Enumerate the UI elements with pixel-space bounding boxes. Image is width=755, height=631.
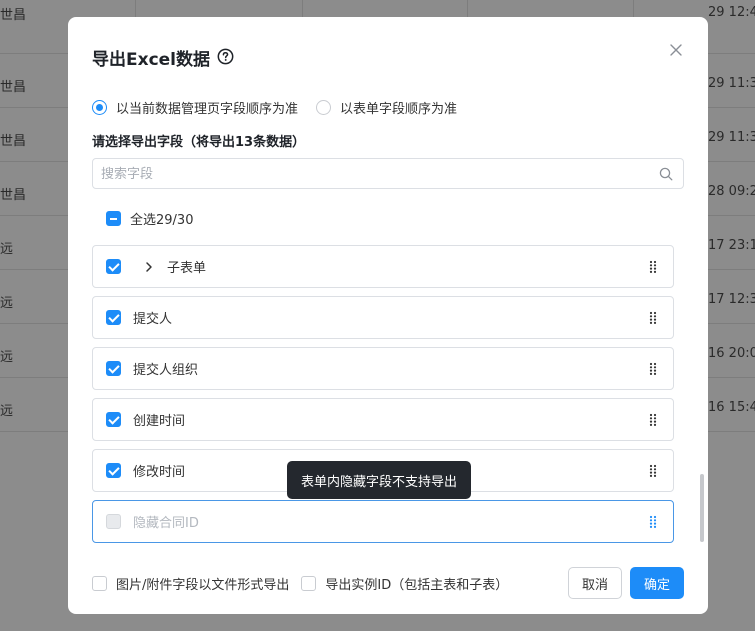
option-label: 导出实例ID（包括主表和子表） [325,578,509,593]
field-label: 修改时间 [133,465,186,480]
dialog-title: 导出Excel数据 [92,50,211,70]
select-all-checkbox[interactable]: 全选29/30 [106,209,193,228]
table-cell: 17 12:31 [708,292,755,307]
search-input[interactable] [101,165,641,183]
table-cell: 28 09:23 [708,184,755,199]
drag-handle-icon[interactable] [648,362,658,376]
table-cell: 29 12:45 [708,5,755,20]
export-instance-id-checkbox[interactable]: 导出实例ID（包括主表和子表） [301,574,508,593]
drag-handle-icon[interactable] [648,260,658,274]
drag-handle-icon[interactable] [648,311,658,325]
field-item-created-time[interactable]: 创建时间 [92,398,674,441]
table-cell: 16 20:04 [708,346,755,361]
export-attachments-as-files-checkbox[interactable]: 图片/附件字段以文件形式导出 [92,574,289,593]
radio-current-order[interactable]: 以当前数据管理页字段顺序为准 [92,98,298,117]
close-icon[interactable] [668,42,684,58]
hidden-field-tooltip: 表单内隐藏字段不支持导出 [287,461,471,499]
checkbox[interactable] [92,576,107,591]
radio-button[interactable] [316,100,332,115]
drag-handle-icon[interactable] [648,413,658,427]
radio-label: 以表单字段顺序为准 [340,102,458,117]
field-label: 创建时间 [133,414,186,429]
order-radio-group: 以当前数据管理页字段顺序为准 以表单字段顺序为准 [92,98,475,117]
field-label: 子表单 [167,261,207,276]
search-icon[interactable] [659,167,673,181]
table-cell: 远 [0,242,14,257]
checkbox[interactable] [106,514,121,529]
field-item-subform[interactable]: 子表单 [92,245,674,288]
table-cell: 世昌 [0,188,27,203]
field-item-hidden-contract-id[interactable]: 隐藏合同ID [92,500,674,543]
checkbox[interactable] [301,576,317,591]
checkbox[interactable] [106,463,121,478]
table-cell: 远 [0,296,14,311]
cancel-button[interactable]: 取消 [568,567,622,599]
field-search-box [92,158,684,189]
checkbox[interactable] [106,211,121,226]
table-cell: 世昌 [0,80,27,95]
confirm-button[interactable]: 确定 [630,567,684,599]
table-cell: 16 15:41 [708,400,755,415]
checkbox[interactable] [106,361,121,376]
drag-handle-icon[interactable] [648,464,658,478]
field-label: 提交人组织 [133,363,199,378]
help-icon[interactable] [217,48,234,65]
radio-label: 以当前数据管理页字段顺序为准 [116,102,299,117]
drag-handle-icon[interactable] [648,515,658,529]
table-cell: 29 11:32 [708,76,755,91]
export-excel-dialog: 导出Excel数据 以当前数据管理页字段顺序为准 以表单字段顺序为准 请选择导出… [68,17,708,614]
table-cell: 世昌 [0,134,27,149]
chevron-right-icon[interactable] [143,261,155,273]
footer-options: 图片/附件字段以文件形式导出 导出实例ID（包括主表和子表） [92,574,520,593]
table-cell: 29 11:31 [708,130,755,145]
table-cell: 17 23:17 [708,238,755,253]
checkbox[interactable] [106,412,121,427]
field-label: 隐藏合同ID [133,516,199,531]
select-all-label: 全选29/30 [130,213,194,228]
table-cell: 远 [0,404,14,419]
table-cell: 世昌 [0,8,27,23]
option-label: 图片/附件字段以文件形式导出 [116,578,290,593]
checkbox[interactable] [106,310,121,325]
table-cell: 远 [0,350,14,365]
field-item-submitter-org[interactable]: 提交人组织 [92,347,674,390]
field-item-submitter[interactable]: 提交人 [92,296,674,339]
radio-button[interactable] [92,100,107,115]
radio-form-order[interactable]: 以表单字段顺序为准 [316,98,457,117]
field-list-scrollbar[interactable] [700,474,704,542]
field-label: 提交人 [133,312,173,327]
checkbox[interactable] [106,259,121,274]
field-select-subtitle: 请选择导出字段（将导出13条数据） [92,135,306,150]
